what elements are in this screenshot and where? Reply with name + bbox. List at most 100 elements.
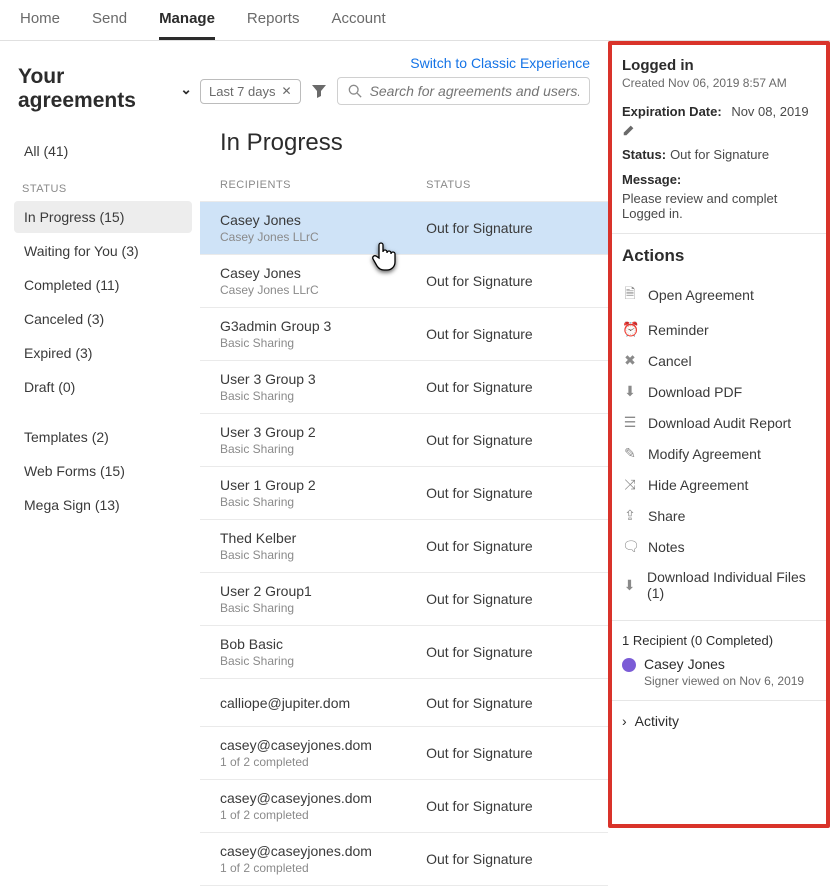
nav-tab-reports[interactable]: Reports <box>247 10 300 40</box>
switch-classic-link[interactable]: Switch to Classic Experience <box>200 49 608 71</box>
sidebar-item-templates[interactable]: Templates (2) <box>14 421 192 453</box>
actions-list: 🗎Open Agreement⏰Reminder✖Cancel⬇Download… <box>622 276 816 608</box>
recipient-sub: Basic Sharing <box>220 389 426 403</box>
row-status: Out for Signature <box>426 220 588 236</box>
row-status: Out for Signature <box>426 379 588 395</box>
recipient-name: Casey Jones <box>220 265 426 281</box>
table-row[interactable]: G3admin Group 3Basic SharingOut for Sign… <box>200 308 608 361</box>
table-row[interactable]: User 2 Group1Basic SharingOut for Signat… <box>200 573 608 626</box>
sidebar-item-draft[interactable]: Draft (0) <box>14 371 192 403</box>
table-row[interactable]: User 3 Group 2 Basic SharingOut for Signa… <box>200 414 608 467</box>
recipient-name: Casey Jones <box>644 656 804 672</box>
row-status: Out for Signature <box>426 538 588 554</box>
row-status: Out for Signature <box>426 644 588 660</box>
table-row[interactable]: casey@caseyjones.dom1 of 2 completedOut … <box>200 833 608 886</box>
edit-doc-icon: ✎ <box>622 445 638 462</box>
search-input[interactable] <box>370 83 579 99</box>
table-row[interactable]: Casey JonesCasey Jones LLrCOut for Signa… <box>200 255 608 308</box>
recipient-dot-icon <box>622 658 636 672</box>
audit-icon: ☰ <box>622 414 638 431</box>
action-item[interactable]: 🗎Open Agreement <box>622 276 816 314</box>
action-item[interactable]: ⬇Download Individual Files (1) <box>622 562 816 608</box>
nav-tab-send[interactable]: Send <box>92 10 127 40</box>
row-status: Out for Signature <box>426 798 588 814</box>
filter-chip-label: Last 7 days <box>209 84 276 99</box>
recipient-sub: 1 of 2 completed <box>220 755 426 769</box>
recipient-sub: Basic Sharing <box>220 442 426 456</box>
chevron-right-icon: › <box>622 713 627 729</box>
nav-tab-manage[interactable]: Manage <box>159 10 215 40</box>
action-item[interactable]: ☰ Download Audit Report <box>622 407 816 438</box>
sidebar-item-expired[interactable]: Expired (3) <box>14 337 192 369</box>
sidebar-item-in-progress[interactable]: In Progress (15) <box>14 201 192 233</box>
your-agreements-dropdown[interactable]: Your agreements ⌄ <box>18 65 192 113</box>
recipient-name: User 3 Group 2 <box>220 424 426 440</box>
expiration-label: Expiration Date: <box>622 104 722 119</box>
sidebar-item-webforms[interactable]: Web Forms (15) <box>14 455 192 487</box>
recipient-name: Bob Basic <box>220 636 426 652</box>
action-item[interactable]: 🗨Notes <box>622 531 816 562</box>
action-label: Cancel <box>648 353 692 369</box>
recipient-name: casey@caseyjones.dom <box>220 737 426 753</box>
notes-icon: 🗨 <box>622 538 638 555</box>
nav-tab-account[interactable]: Account <box>331 10 385 40</box>
action-label: Modify Agreement <box>648 446 761 462</box>
nav-tab-home[interactable]: Home <box>20 10 60 40</box>
chevron-down-icon: ⌄ <box>180 81 192 98</box>
table-row[interactable]: casey@caseyjones.dom 1 of 2 completedOut … <box>200 780 608 833</box>
filter-icon[interactable] <box>311 83 327 99</box>
agreement-title: Logged in <box>622 57 816 74</box>
recipient-sub: Signer viewed on Nov 6, 2019 <box>644 674 804 688</box>
message-label: Message: <box>622 172 681 187</box>
sidebar-item-all[interactable]: All (41) <box>14 135 192 167</box>
hide-icon: ⤨ <box>622 476 638 493</box>
action-label: Open Agreement <box>648 287 754 303</box>
table-row[interactable]: Thed KelberBasic SharingOut for Signatur… <box>200 520 608 573</box>
your-agreements-label: Your agreements <box>18 65 174 113</box>
sidebar-item-megasign[interactable]: Mega Sign (13) <box>14 489 192 521</box>
action-item[interactable]: ✎ Modify Agreement <box>622 438 816 469</box>
table-row[interactable]: Casey JonesCasey Jones LLrCOut for Signa… <box>200 202 608 255</box>
recipient-sub: 1 of 2 completed <box>220 808 426 822</box>
filter-toolbar: Last 7 days ✕ <box>200 71 608 117</box>
row-status: Out for Signature <box>426 485 588 501</box>
col-status: STATUS <box>426 179 588 191</box>
action-item[interactable]: ✖ Cancel <box>622 345 816 376</box>
action-label: Download Audit Report <box>648 415 791 431</box>
filter-chip-last7days[interactable]: Last 7 days ✕ <box>200 79 301 104</box>
table-row[interactable]: casey@caseyjones.dom1 of 2 completedOut … <box>200 727 608 780</box>
table-row[interactable]: User 1 Group 2Basic SharingOut for Signa… <box>200 467 608 520</box>
table-row[interactable]: User 3 Group 3 Basic SharingOut for Signa… <box>200 361 608 414</box>
row-status: Out for Signature <box>426 695 588 711</box>
action-label: Reminder <box>648 322 709 338</box>
clock-icon: ⏰ <box>622 321 638 338</box>
edit-expiration-icon[interactable] <box>622 123 636 137</box>
recipient-sub: Casey Jones LLrC <box>220 283 426 297</box>
table-row[interactable]: Bob BasicBasic SharingOut for Signature <box>200 626 608 679</box>
row-status: Out for Signature <box>426 591 588 607</box>
recipient-name: User 3 Group 3 <box>220 371 426 387</box>
sidebar-item-waiting[interactable]: Waiting for You (3) <box>14 235 192 267</box>
row-status: Out for Signature <box>426 432 588 448</box>
download-pdf-icon: ⬇ <box>622 383 638 400</box>
search-icon <box>348 84 362 98</box>
search-field[interactable] <box>337 77 590 105</box>
created-date: Created Nov 06, 2019 8:57 AM <box>622 76 816 90</box>
sidebar-item-completed[interactable]: Completed (11) <box>14 269 192 301</box>
action-item[interactable]: ⏰ Reminder <box>622 314 816 345</box>
action-item[interactable]: ⤨Hide Agreement <box>622 469 816 500</box>
cancel-icon: ✖ <box>622 352 638 369</box>
action-item[interactable]: ⬇Download PDF <box>622 376 816 407</box>
recipient-name: casey@caseyjones.dom <box>220 843 426 859</box>
activity-toggle[interactable]: › Activity <box>622 713 816 729</box>
activity-label: Activity <box>635 713 679 729</box>
recipient-name: Thed Kelber <box>220 530 426 546</box>
close-icon[interactable]: ✕ <box>282 84 292 98</box>
action-item[interactable]: ⇪Share <box>622 500 816 531</box>
table-row[interactable]: calliope@jupiter.domOut for Signature <box>200 679 608 727</box>
recipient-name: casey@caseyjones.dom <box>220 790 426 806</box>
actions-header: Actions <box>622 246 816 266</box>
recipient-row[interactable]: Casey Jones Signer viewed on Nov 6, 2019 <box>622 656 816 688</box>
sidebar-item-canceled[interactable]: Canceled (3) <box>14 303 192 335</box>
recipient-sub: Casey Jones LLrC <box>220 230 426 244</box>
